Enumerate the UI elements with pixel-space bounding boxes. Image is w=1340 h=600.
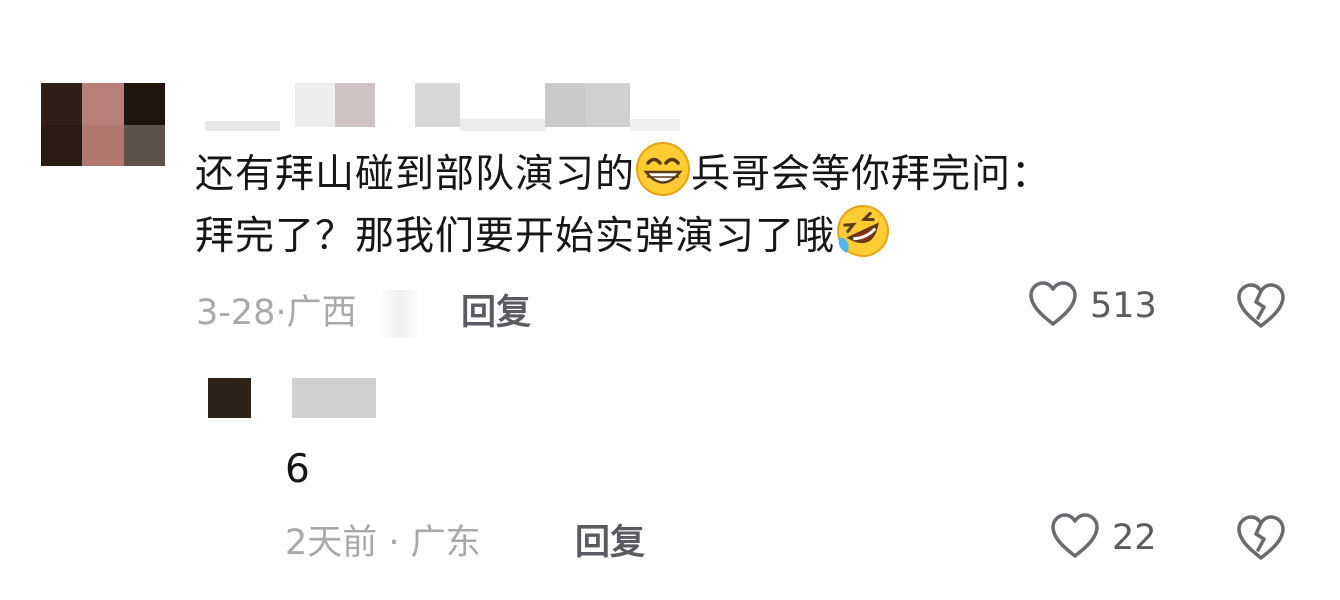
comment-text-line1: 还有拜山碰到部队演习的 <box>195 152 636 197</box>
broken-heart-icon <box>1236 515 1286 566</box>
broken-heart-icon <box>1236 283 1286 334</box>
comment-text-line2: 拜完了？那我们要开始实弹演习了哦 <box>195 214 836 259</box>
comment-text: 还有拜山碰到部队演习的 兵哥会等你拜完问： 拜完了？那我们要开始实弹演习了哦 <box>195 141 1205 265</box>
reply-reply-button[interactable]: 回复 <box>575 514 645 565</box>
like-count: 513 <box>1090 286 1157 326</box>
reply-location: 广东 <box>410 523 481 563</box>
avatar[interactable] <box>41 83 165 166</box>
reply-like-button[interactable]: 22 <box>1050 512 1157 564</box>
reply-dislike-button[interactable] <box>1236 514 1286 566</box>
blur-artifact <box>380 290 420 338</box>
meta-separator: · <box>275 293 287 333</box>
grinning-face-icon <box>635 141 691 197</box>
comment-thread: 还有拜山碰到部队演习的 兵哥会等你拜完问： 拜完了？那我们要开始实弹演习了哦 3… <box>0 0 1340 600</box>
reply-text: 6 <box>285 447 310 492</box>
comment-meta: 3-28·广西 <box>196 284 357 335</box>
like-button[interactable]: 513 <box>1028 280 1157 332</box>
heart-icon <box>1050 512 1100 564</box>
reply-like-count: 22 <box>1112 518 1157 558</box>
comment-location: 广西 <box>286 293 357 333</box>
comment-text-line1-end: 兵哥会等你拜完问： <box>691 152 1052 197</box>
reply-meta: 2天前 · 广东 <box>285 514 481 565</box>
username-blurred[interactable] <box>205 83 685 133</box>
meta-separator: · <box>377 523 411 563</box>
reply-button[interactable]: 回复 <box>461 284 531 335</box>
reply-avatar[interactable] <box>208 378 251 418</box>
reply-date: 2天前 <box>285 523 378 563</box>
heart-icon <box>1028 280 1078 332</box>
comment-date: 3-28 <box>196 293 276 333</box>
laughing-face-icon <box>835 203 891 259</box>
dislike-button[interactable] <box>1236 282 1286 334</box>
reply-username-blurred[interactable] <box>292 378 376 418</box>
